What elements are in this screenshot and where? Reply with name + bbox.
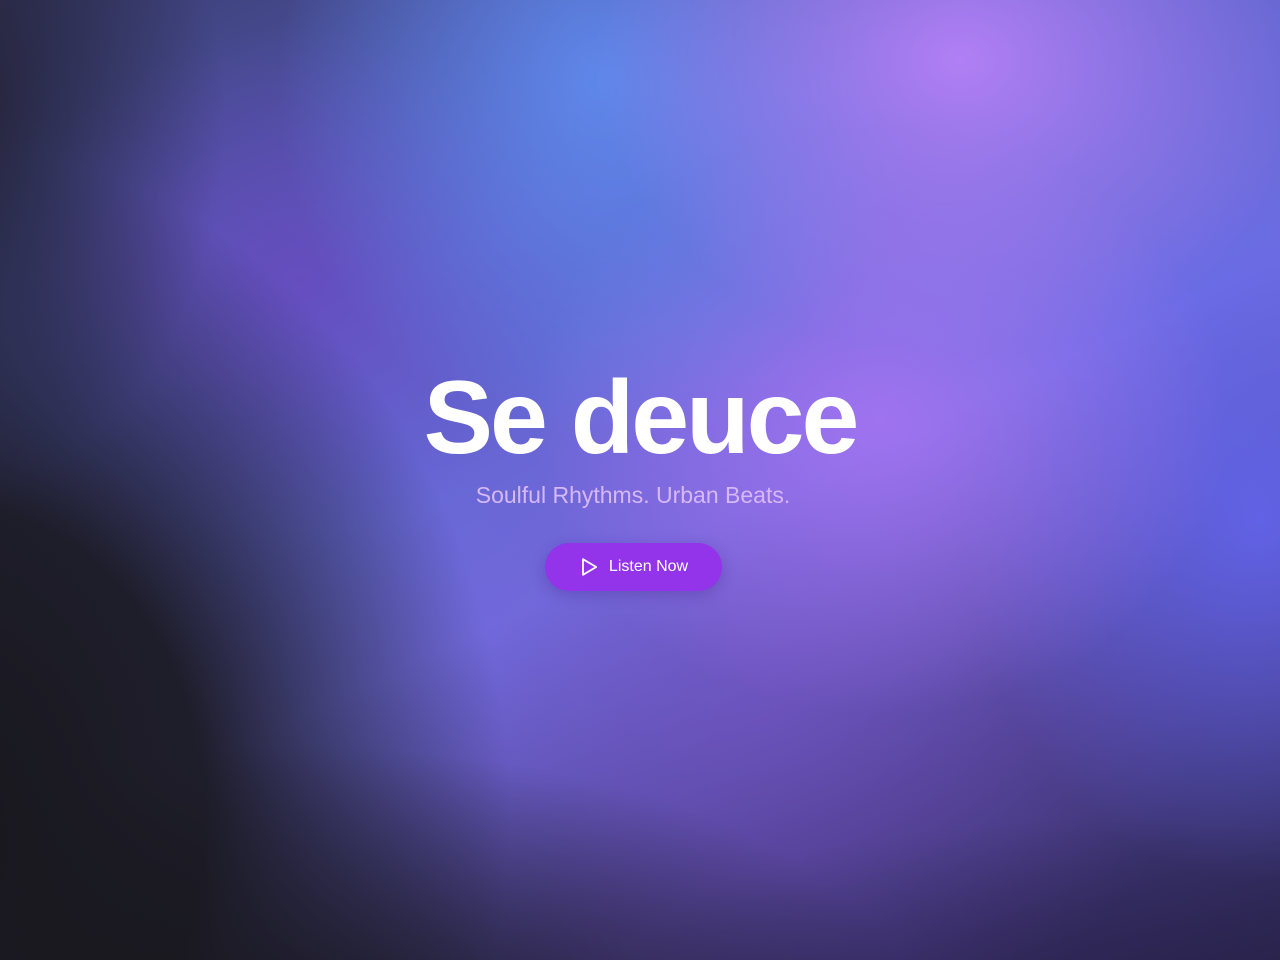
listen-now-button[interactable]: Listen Now xyxy=(545,543,722,591)
artist-title: Se deuce xyxy=(423,360,860,476)
artist-tagline: Soulful Rhythms. Urban Beats. xyxy=(475,482,791,508)
hero-content: Se deuce Soulful Rhythms. Urban Beats. L… xyxy=(0,0,1280,960)
hero-section: Se deuce Soulful Rhythms. Urban Beats. L… xyxy=(0,0,1280,960)
play-icon xyxy=(579,557,599,577)
listen-now-label: Listen Now xyxy=(608,558,689,575)
